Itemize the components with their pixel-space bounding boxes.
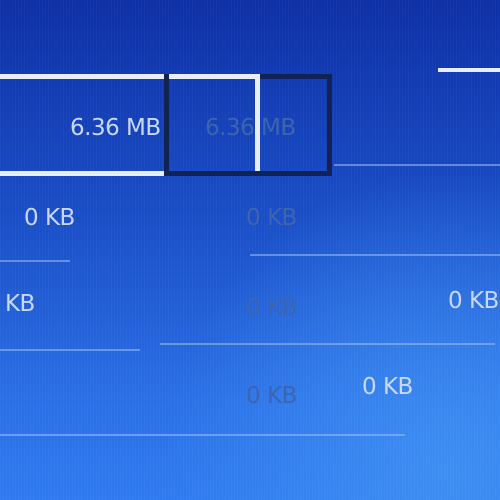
row-4-size-far[interactable]: 0 KB	[362, 376, 413, 399]
column-header-edge	[438, 68, 500, 72]
row-1-size-alt[interactable]: 6.36 MB	[205, 117, 296, 140]
row-1-size[interactable]: 6.36 MB	[70, 117, 161, 140]
row-3-size[interactable]: 0 KB	[0, 293, 35, 316]
row-2-size-alt[interactable]: 0 KB	[246, 207, 297, 230]
row-divider	[0, 434, 405, 436]
row-divider	[334, 164, 500, 166]
row-2-size[interactable]: 0 KB	[24, 207, 75, 230]
row-divider	[0, 349, 140, 351]
row-divider	[0, 260, 70, 262]
row-3-size-alt[interactable]: 0 KB	[246, 297, 297, 320]
row-4-size[interactable]: 0 KB	[246, 385, 297, 408]
row-divider	[160, 343, 495, 345]
row-divider	[250, 254, 500, 256]
row-3-size-far[interactable]: 0 KB	[448, 290, 499, 313]
